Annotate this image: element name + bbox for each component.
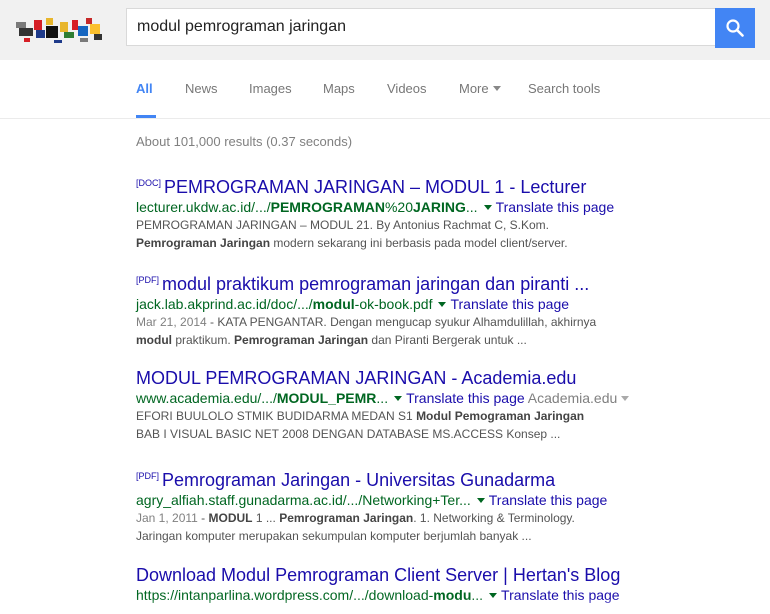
result-url: www.academia.edu/.../MODUL_PEMR... [136, 390, 389, 406]
search-result: [PDF] modul praktikum pemrograman jaringa… [136, 269, 656, 349]
tab-news[interactable]: News [185, 81, 218, 96]
result-title-link[interactable]: MODUL PEMROGRAMAN JARINGAN - Academia.ed… [136, 367, 656, 389]
result-url-line: jack.lab.akprind.ac.id/doc/.../modul-ok-… [136, 295, 656, 313]
translate-link[interactable]: Translate this page [496, 199, 615, 215]
result-url-line: agry_alfiah.staff.gunadarma.ac.id/.../Ne… [136, 491, 656, 509]
result-title: PEMROGRAMAN JARINGAN – MODUL 1 - Lecture… [164, 177, 587, 197]
result-url: lecturer.ukdw.ac.id/.../PEMROGRAMAN%20JA… [136, 199, 478, 215]
active-tab-indicator [136, 115, 156, 118]
search-icon [726, 19, 744, 37]
search-button[interactable] [715, 8, 755, 48]
filetype-badge: [PDF] [136, 471, 160, 481]
result-title-link[interactable]: Download Modul Pemrograman Client Server… [136, 564, 656, 586]
result-url-line: lecturer.ukdw.ac.id/.../PEMROGRAMAN%20JA… [136, 198, 656, 216]
search-box[interactable] [126, 8, 716, 46]
url-options-caret-icon[interactable] [483, 205, 492, 210]
result-title: Download Modul Pemrograman Client Server… [136, 565, 621, 585]
tab-more-label: More [459, 81, 489, 96]
filetype-badge: [DOC] [136, 178, 162, 188]
result-title-link[interactable]: [DOC] PEMROGRAMAN JARINGAN – MODUL 1 - Le… [136, 172, 656, 198]
result-title: Pemrograman Jaringan - Universitas Gunad… [162, 470, 556, 490]
source-label: Academia.edu [527, 390, 618, 406]
google-doodle-logo[interactable] [16, 14, 104, 46]
result-title: modul praktikum pemrograman jaringan dan… [162, 274, 590, 294]
result-snippet: Jan 1, 2011 - MODUL 1 ... Pemrograman Ja… [136, 511, 575, 543]
search-result: MODUL PEMROGRAMAN JARINGAN - Academia.ed… [136, 367, 656, 443]
url-options-caret-icon[interactable] [394, 396, 403, 401]
result-url: agry_alfiah.staff.gunadarma.ac.id/.../Ne… [136, 492, 471, 508]
tab-more[interactable]: More [459, 81, 501, 96]
result-url: jack.lab.akprind.ac.id/doc/.../modul-ok-… [136, 296, 433, 312]
result-snippet: EFORI BUULOLO STMIK BUDIDARMA MEDAN S1 M… [136, 409, 585, 441]
search-result: [DOC] PEMROGRAMAN JARINGAN – MODUL 1 - Le… [136, 172, 656, 252]
result-stats: About 101,000 results (0.37 seconds) [136, 134, 353, 149]
result-url-line: www.academia.edu/.../MODUL_PEMR... Transl… [136, 389, 656, 407]
translate-link[interactable]: Translate this page [489, 492, 608, 508]
top-bar [0, 0, 770, 60]
tab-all[interactable]: All [136, 81, 153, 96]
chevron-down-icon [492, 86, 501, 91]
translate-link[interactable]: Translate this page [406, 390, 525, 406]
source-caret-icon[interactable] [621, 396, 630, 401]
url-options-caret-icon[interactable] [438, 302, 447, 307]
tab-images[interactable]: Images [249, 81, 292, 96]
result-snippet: PEMROGRAMAN JARINGAN – MODUL 21. By Anto… [136, 218, 568, 250]
result-title-link[interactable]: [PDF] Pemrograman Jaringan - Universitas … [136, 465, 656, 491]
result-snippet: Mar 21, 2014 - KATA PENGANTAR. Dengan me… [136, 315, 597, 347]
filetype-badge: [PDF] [136, 275, 160, 285]
translate-link[interactable]: Translate this page [450, 296, 569, 312]
tab-search-tools[interactable]: Search tools [528, 81, 600, 96]
tab-maps[interactable]: Maps [323, 81, 355, 96]
search-input[interactable] [127, 9, 697, 45]
url-options-caret-icon[interactable] [476, 498, 485, 503]
result-title: MODUL PEMROGRAMAN JARINGAN - Academia.ed… [136, 368, 577, 388]
tab-videos[interactable]: Videos [387, 81, 427, 96]
result-title-link[interactable]: [PDF] modul praktikum pemrograman jaringa… [136, 269, 656, 295]
search-result: [PDF] Pemrograman Jaringan - Universitas … [136, 465, 656, 545]
bottom-fade [0, 598, 770, 614]
search-tabs-bar: All News Images Maps Videos More Search … [0, 60, 770, 119]
